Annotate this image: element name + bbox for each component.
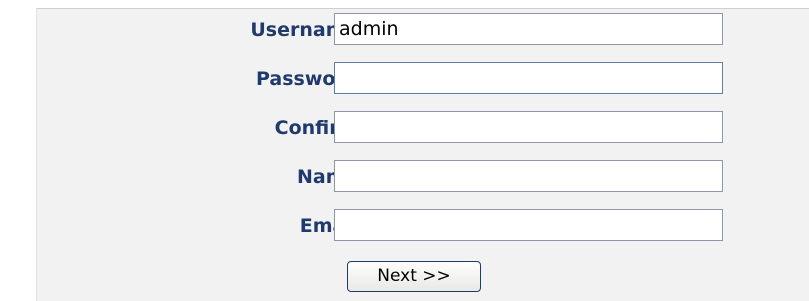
name-input[interactable]: [334, 160, 723, 192]
username-input[interactable]: [334, 13, 723, 45]
username-row: Username:: [37, 11, 809, 49]
registration-form: Username: Password: Confirm: Name: Email…: [36, 8, 809, 301]
password-input[interactable]: [334, 62, 723, 94]
next-button[interactable]: Next >>: [347, 261, 481, 292]
password-row: Password:: [37, 60, 809, 98]
page-header-strip: [0, 0, 809, 6]
email-input[interactable]: [334, 209, 723, 241]
name-row: Name:: [37, 158, 809, 196]
confirm-password-input[interactable]: [334, 111, 723, 143]
email-row: Email:: [37, 207, 809, 245]
confirm-row: Confirm:: [37, 109, 809, 147]
